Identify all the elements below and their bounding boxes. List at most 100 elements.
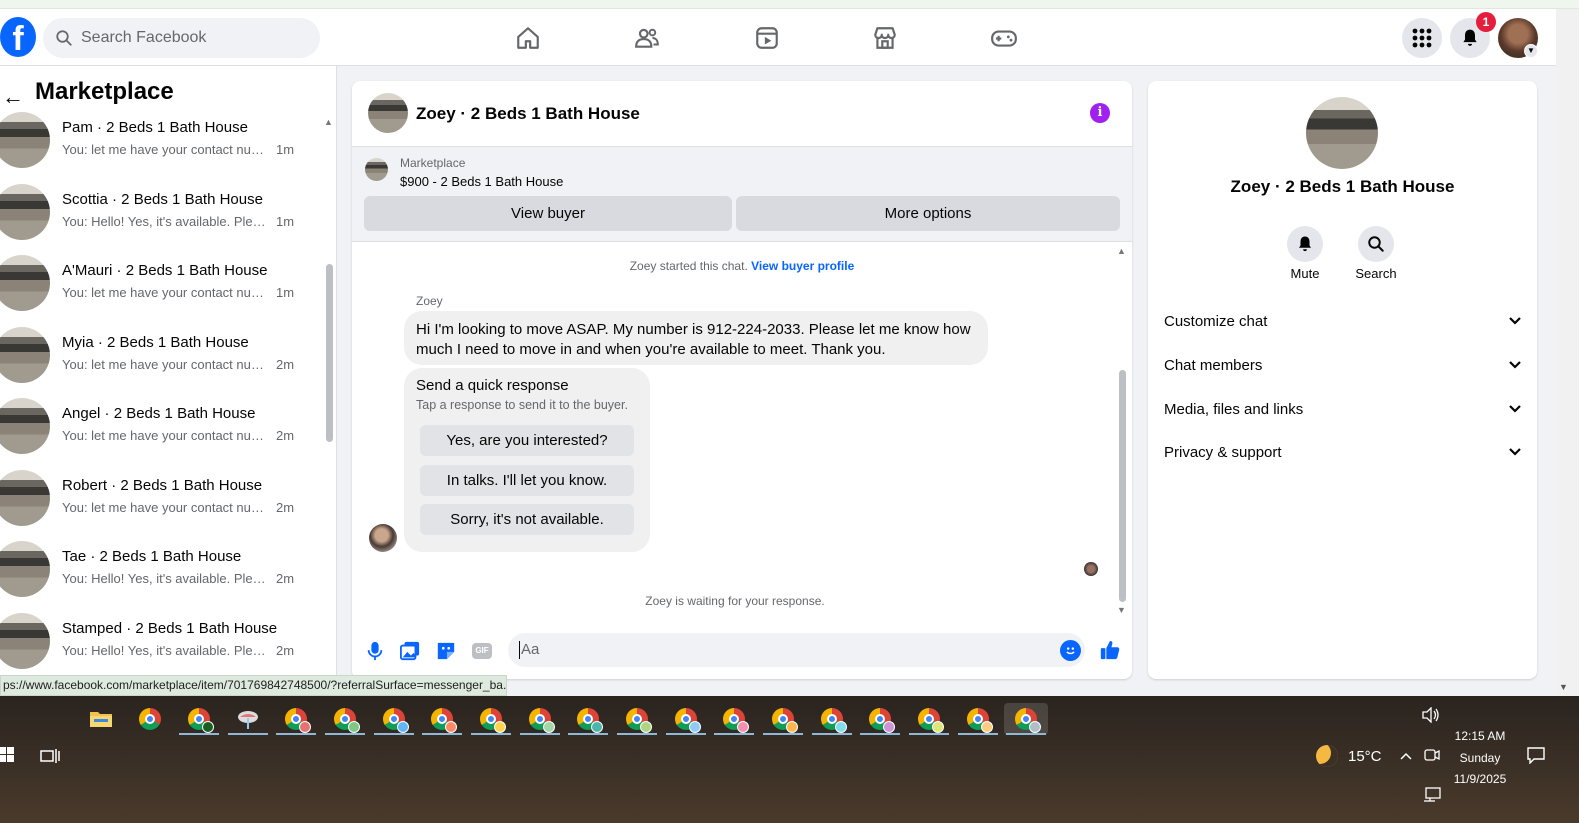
chat-details-panel: [1148, 81, 1537, 679]
friends-icon[interactable]: [631, 22, 663, 54]
more-options-button[interactable]: More options: [736, 196, 1120, 231]
home-icon[interactable]: [512, 22, 544, 54]
chrome-profile-icon[interactable]: [420, 703, 464, 735]
chrome-profile-icon[interactable]: [469, 703, 513, 735]
meet-now-icon[interactable]: [1424, 746, 1440, 767]
temperature: 15°C: [1348, 747, 1382, 765]
active-app-indicator: [958, 733, 998, 735]
listing-title[interactable]: $900 - 2 Beds 1 Bath House: [400, 174, 563, 189]
search-icon: [1368, 236, 1384, 252]
chrome-profile-icon[interactable]: [956, 703, 1000, 735]
chrome-profile-icon[interactable]: [858, 703, 902, 735]
media-files-links-row[interactable]: Media, files and links: [1164, 394, 1522, 424]
video-icon[interactable]: [751, 22, 783, 54]
app-icon[interactable]: [226, 703, 270, 735]
file-explorer-icon[interactable]: [79, 703, 123, 735]
chrome-profile-icon[interactable]: [615, 703, 659, 735]
gif-icon[interactable]: GIF: [471, 640, 493, 662]
chevron-down-icon: [1509, 448, 1521, 456]
chrome-icon[interactable]: [128, 703, 172, 735]
privacy-support-row[interactable]: Privacy & support: [1164, 437, 1522, 467]
conversation-time: 1m: [276, 142, 295, 157]
chrome-profile-icon[interactable]: [274, 703, 318, 735]
chrome-profile-icon[interactable]: [712, 703, 756, 735]
facebook-logo-icon[interactable]: f: [0, 17, 36, 57]
conversation-item[interactable]: Stamped · 2 Beds 1 Bath House You: Hello…: [0, 613, 320, 683]
chrome-profile-icon[interactable]: [810, 703, 854, 735]
sidebar-scrollbar-thumb[interactable]: [326, 264, 333, 442]
active-app-indicator: [568, 733, 608, 735]
conversation-item[interactable]: Angel · 2 Beds 1 Bath House You: let me …: [0, 398, 320, 468]
message-bubble[interactable]: Hi I'm looking to move ASAP. My number i…: [404, 311, 988, 365]
conversation-name: A'Mauri · 2 Beds 1 Bath House: [62, 262, 268, 279]
chevron-up-icon[interactable]: [1399, 748, 1413, 764]
conversation-item[interactable]: Tae · 2 Beds 1 Bath House You: Hello! Ye…: [0, 541, 320, 611]
listing-avatar: [0, 255, 50, 311]
chrome-profile-icon[interactable]: [177, 703, 221, 735]
marketplace-icon[interactable]: [869, 22, 901, 54]
view-buyer-profile-link[interactable]: View buyer profile: [751, 259, 854, 273]
sticker-icon[interactable]: [435, 640, 457, 662]
conversation-name: Angel · 2 Beds 1 Bath House: [62, 405, 256, 422]
chrome-profile-icon[interactable]: [907, 703, 951, 735]
quick-reply-button[interactable]: Yes, are you interested?: [420, 425, 634, 456]
photo-icon[interactable]: [399, 640, 421, 662]
message-input[interactable]: Aa: [508, 633, 1085, 667]
chrome-profile-icon-active[interactable]: [1004, 703, 1048, 735]
conversation-name: Tae · 2 Beds 1 Bath House: [62, 548, 242, 565]
conversation-item[interactable]: A'Mauri · 2 Beds 1 Bath House You: let m…: [0, 255, 320, 325]
scroll-up-arrow-icon[interactable]: ▲: [324, 117, 333, 127]
view-buyer-button[interactable]: View buyer: [364, 196, 732, 231]
chat-scrollbar-thumb[interactable]: [1119, 370, 1126, 602]
customize-chat-row[interactable]: Customize chat: [1164, 306, 1522, 336]
menu-grid-button[interactable]: [1402, 18, 1442, 58]
conversation-item[interactable]: Scottia · 2 Beds 1 Bath House You: Hello…: [0, 184, 320, 254]
windows-start-icon[interactable]: [0, 746, 14, 764]
chrome-profile-icon[interactable]: [664, 703, 708, 735]
chrome-profile-icon[interactable]: [566, 703, 610, 735]
quick-reply-button[interactable]: In talks. I'll let you know.: [420, 465, 634, 496]
gaming-icon[interactable]: [988, 22, 1020, 54]
weather-widget[interactable]: 15°C: [1316, 745, 1382, 767]
active-app-indicator: [714, 733, 754, 735]
network-icon[interactable]: [1423, 787, 1441, 806]
scroll-up-arrow-icon[interactable]: ▲: [1117, 246, 1126, 256]
chrome-profile-icon[interactable]: [323, 703, 367, 735]
microphone-icon[interactable]: [364, 640, 386, 662]
conversation-item[interactable]: Robert · 2 Beds 1 Bath House You: let me…: [0, 470, 320, 540]
chrome-profile-icon[interactable]: [518, 703, 562, 735]
task-view-icon[interactable]: [40, 748, 60, 764]
page-scrollbar[interactable]: [1556, 9, 1579, 696]
notification-count-badge: 1: [1476, 12, 1496, 32]
conversation-item[interactable]: Pam · 2 Beds 1 Bath House You: let me ha…: [0, 112, 320, 182]
chat-title[interactable]: Zoey · 2 Beds 1 Bath House: [416, 104, 640, 124]
volume-icon[interactable]: [1422, 706, 1440, 726]
sender-avatar[interactable]: [369, 524, 397, 552]
back-arrow-icon[interactable]: ←: [2, 84, 24, 110]
info-icon[interactable]: i: [1090, 103, 1110, 123]
text-caret: [519, 641, 520, 660]
scroll-down-arrow-icon[interactable]: ▼: [1117, 605, 1126, 615]
listing-thumbnail[interactable]: [365, 158, 388, 181]
emoji-icon[interactable]: [1060, 640, 1081, 661]
conversation-preview: You: let me have your contact num...: [62, 428, 272, 443]
conversation-item[interactable]: Myia · 2 Beds 1 Bath House You: let me h…: [0, 327, 320, 397]
system-clock[interactable]: 12:15 AM Sunday 11/9/2025: [1440, 726, 1520, 791]
mute-button[interactable]: [1287, 226, 1323, 262]
chrome-profile-icon[interactable]: [761, 703, 805, 735]
chrome-profile-icon[interactable]: [372, 703, 416, 735]
quick-reply-button[interactable]: Sorry, it's not available.: [420, 504, 634, 535]
details-avatar[interactable]: [1306, 97, 1378, 169]
scroll-down-arrow-icon[interactable]: ▼: [1559, 682, 1568, 692]
active-app-indicator: [471, 733, 511, 735]
search-input[interactable]: Search Facebook: [43, 18, 320, 58]
chat-members-row[interactable]: Chat members: [1164, 350, 1522, 380]
chevron-down-icon[interactable]: ▼: [1524, 44, 1538, 58]
active-app-indicator: [179, 733, 219, 735]
notification-center-icon[interactable]: [1526, 746, 1546, 767]
active-app-indicator: [325, 733, 365, 735]
chat-header-avatar[interactable]: [368, 93, 408, 133]
search-chat-button[interactable]: [1358, 226, 1394, 262]
listing-avatar: [0, 470, 50, 526]
thumbs-up-icon[interactable]: [1099, 639, 1121, 661]
